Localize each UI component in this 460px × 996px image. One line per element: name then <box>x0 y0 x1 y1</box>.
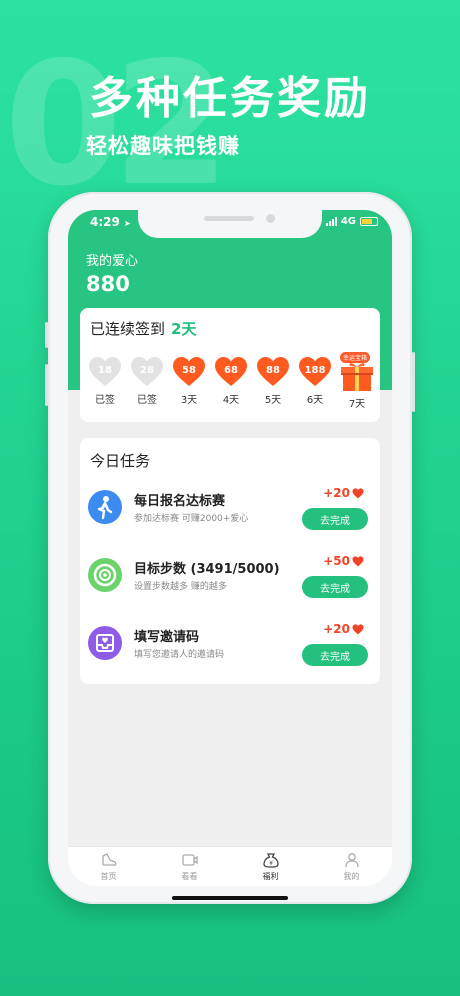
task-desc: 填写您邀请人的邀请码 <box>134 650 225 660</box>
task-name: 每日报名达标赛 <box>134 494 226 509</box>
tasks-title: 今日任务 <box>90 452 151 470</box>
task-name: 目标步数 (3491/5000) <box>134 562 280 577</box>
network-label: 4G <box>340 216 356 227</box>
heart-value: 88 <box>266 365 280 376</box>
tab-label: 看看 <box>181 872 198 881</box>
heart-icon <box>352 487 364 498</box>
day-label: 5天 <box>264 395 282 406</box>
task-row: 目标步数 (3491/5000) 设置步数越多 赚的越多 +50 去完成 <box>80 552 380 608</box>
money-bag-icon: ¥ <box>262 853 279 868</box>
signal-icon <box>325 217 337 226</box>
phone-notch <box>138 210 322 238</box>
signin-day[interactable]: 18 已签 <box>86 356 124 410</box>
heart-value: 18 <box>98 365 112 376</box>
heart-icon <box>352 623 364 634</box>
tab-label: 我的 <box>343 872 360 881</box>
status-indicators: 4G <box>325 216 378 227</box>
signin-title: 已连续签到 2天 <box>90 320 197 338</box>
signin-days-row: 18 已签 28 已签 58 3天 68 4天 88 5天 188 6天 幸运宝… <box>86 352 376 410</box>
signin-card: 已连续签到 2天 18 已签 28 已签 58 3天 68 4天 88 5天 1… <box>80 308 380 422</box>
task-desc: 设置步数越多 赚的越多 <box>134 582 227 592</box>
task-desc: 参加达标赛 可赚2000+爱心 <box>134 514 249 524</box>
signin-day[interactable]: 188 6天 <box>296 356 334 410</box>
heart-icon: 18 <box>88 356 122 388</box>
phone-screen: 4:29 ➤ 4G 我的爱心 880 已连续签到 2天 18 已签 28 已签 … <box>68 210 392 886</box>
heart-icon: 28 <box>130 356 164 388</box>
video-icon <box>181 854 198 866</box>
location-arrow-icon: ➤ <box>124 219 131 228</box>
day-label: 7天 <box>348 399 366 410</box>
heart-icon: 58 <box>172 356 206 388</box>
svg-text:¥: ¥ <box>269 860 273 867</box>
day-label: 4天 <box>222 395 240 406</box>
task-row: 填写邀请码 填写您邀请人的邀请码 +20 去完成 <box>80 620 380 676</box>
task-reward: +20 <box>323 486 364 500</box>
heart-icon: 88 <box>256 356 290 388</box>
tab-bar: 首页 看看 ¥ 福利 我的 <box>68 846 392 886</box>
heart-icon: 188 <box>298 356 332 388</box>
gift-tag: 幸运宝箱 <box>340 352 371 363</box>
complete-task-button[interactable]: 去完成 <box>302 576 368 598</box>
battery-icon <box>360 217 378 226</box>
heart-value: 68 <box>224 365 238 376</box>
signin-day[interactable]: 68 4天 <box>212 356 250 410</box>
heart-value: 58 <box>182 365 196 376</box>
invite-inbox-icon <box>88 626 122 660</box>
task-name: 填写邀请码 <box>134 630 200 645</box>
complete-task-button[interactable]: 去完成 <box>302 644 368 666</box>
tab-home[interactable]: 首页 <box>68 847 149 886</box>
heart-value: 188 <box>304 365 326 376</box>
signin-days: 2天 <box>171 320 197 338</box>
gift-box-icon: 幸运宝箱 <box>338 352 376 392</box>
phone-side-button <box>45 322 48 348</box>
tab-watch[interactable]: 看看 <box>149 847 230 886</box>
day-label: 已签 <box>95 395 115 406</box>
person-icon <box>344 853 359 868</box>
heart-icon: 68 <box>214 356 248 388</box>
task-row: 每日报名达标赛 参加达标赛 可赚2000+爱心 +20 去完成 <box>80 484 380 540</box>
tab-label: 福利 <box>262 872 279 881</box>
tab-mine[interactable]: 我的 <box>311 847 392 886</box>
day-label: 已签 <box>137 395 157 406</box>
promo-subtitle: 轻松趣味把钱赚 <box>86 134 240 158</box>
signin-day-gift[interactable]: 幸运宝箱 7天 <box>338 352 376 410</box>
tab-welfare[interactable]: ¥ 福利 <box>230 847 311 886</box>
signin-day[interactable]: 88 5天 <box>254 356 292 410</box>
signin-day[interactable]: 58 3天 <box>170 356 208 410</box>
home-indicator <box>172 896 288 900</box>
love-value: 880 <box>86 272 130 296</box>
day-label: 6天 <box>306 395 324 406</box>
tab-label: 首页 <box>100 872 117 881</box>
heart-value: 28 <box>140 365 154 376</box>
phone-side-button <box>412 352 415 412</box>
task-reward: +50 <box>323 554 364 568</box>
speaker <box>204 216 254 221</box>
front-camera <box>266 214 275 223</box>
phone-side-button <box>45 364 48 406</box>
day-label: 3天 <box>180 395 198 406</box>
walking-person-icon <box>88 490 122 524</box>
shoe-icon <box>101 853 116 866</box>
phone-frame: 4:29 ➤ 4G 我的爱心 880 已连续签到 2天 18 已签 28 已签 … <box>45 192 415 904</box>
target-steps-icon <box>88 558 122 592</box>
status-time: 4:29 ➤ <box>90 215 131 229</box>
complete-task-button[interactable]: 去完成 <box>302 508 368 530</box>
love-label: 我的爱心 <box>86 254 139 269</box>
promo-title: 多种任务奖励 <box>89 73 371 124</box>
tasks-card: 今日任务 每日报名达标赛 参加达标赛 可赚2000+爱心 +20 去完成 目标步… <box>80 438 380 684</box>
task-reward: +20 <box>323 622 364 636</box>
signin-day[interactable]: 28 已签 <box>128 356 166 410</box>
heart-icon <box>352 555 364 566</box>
